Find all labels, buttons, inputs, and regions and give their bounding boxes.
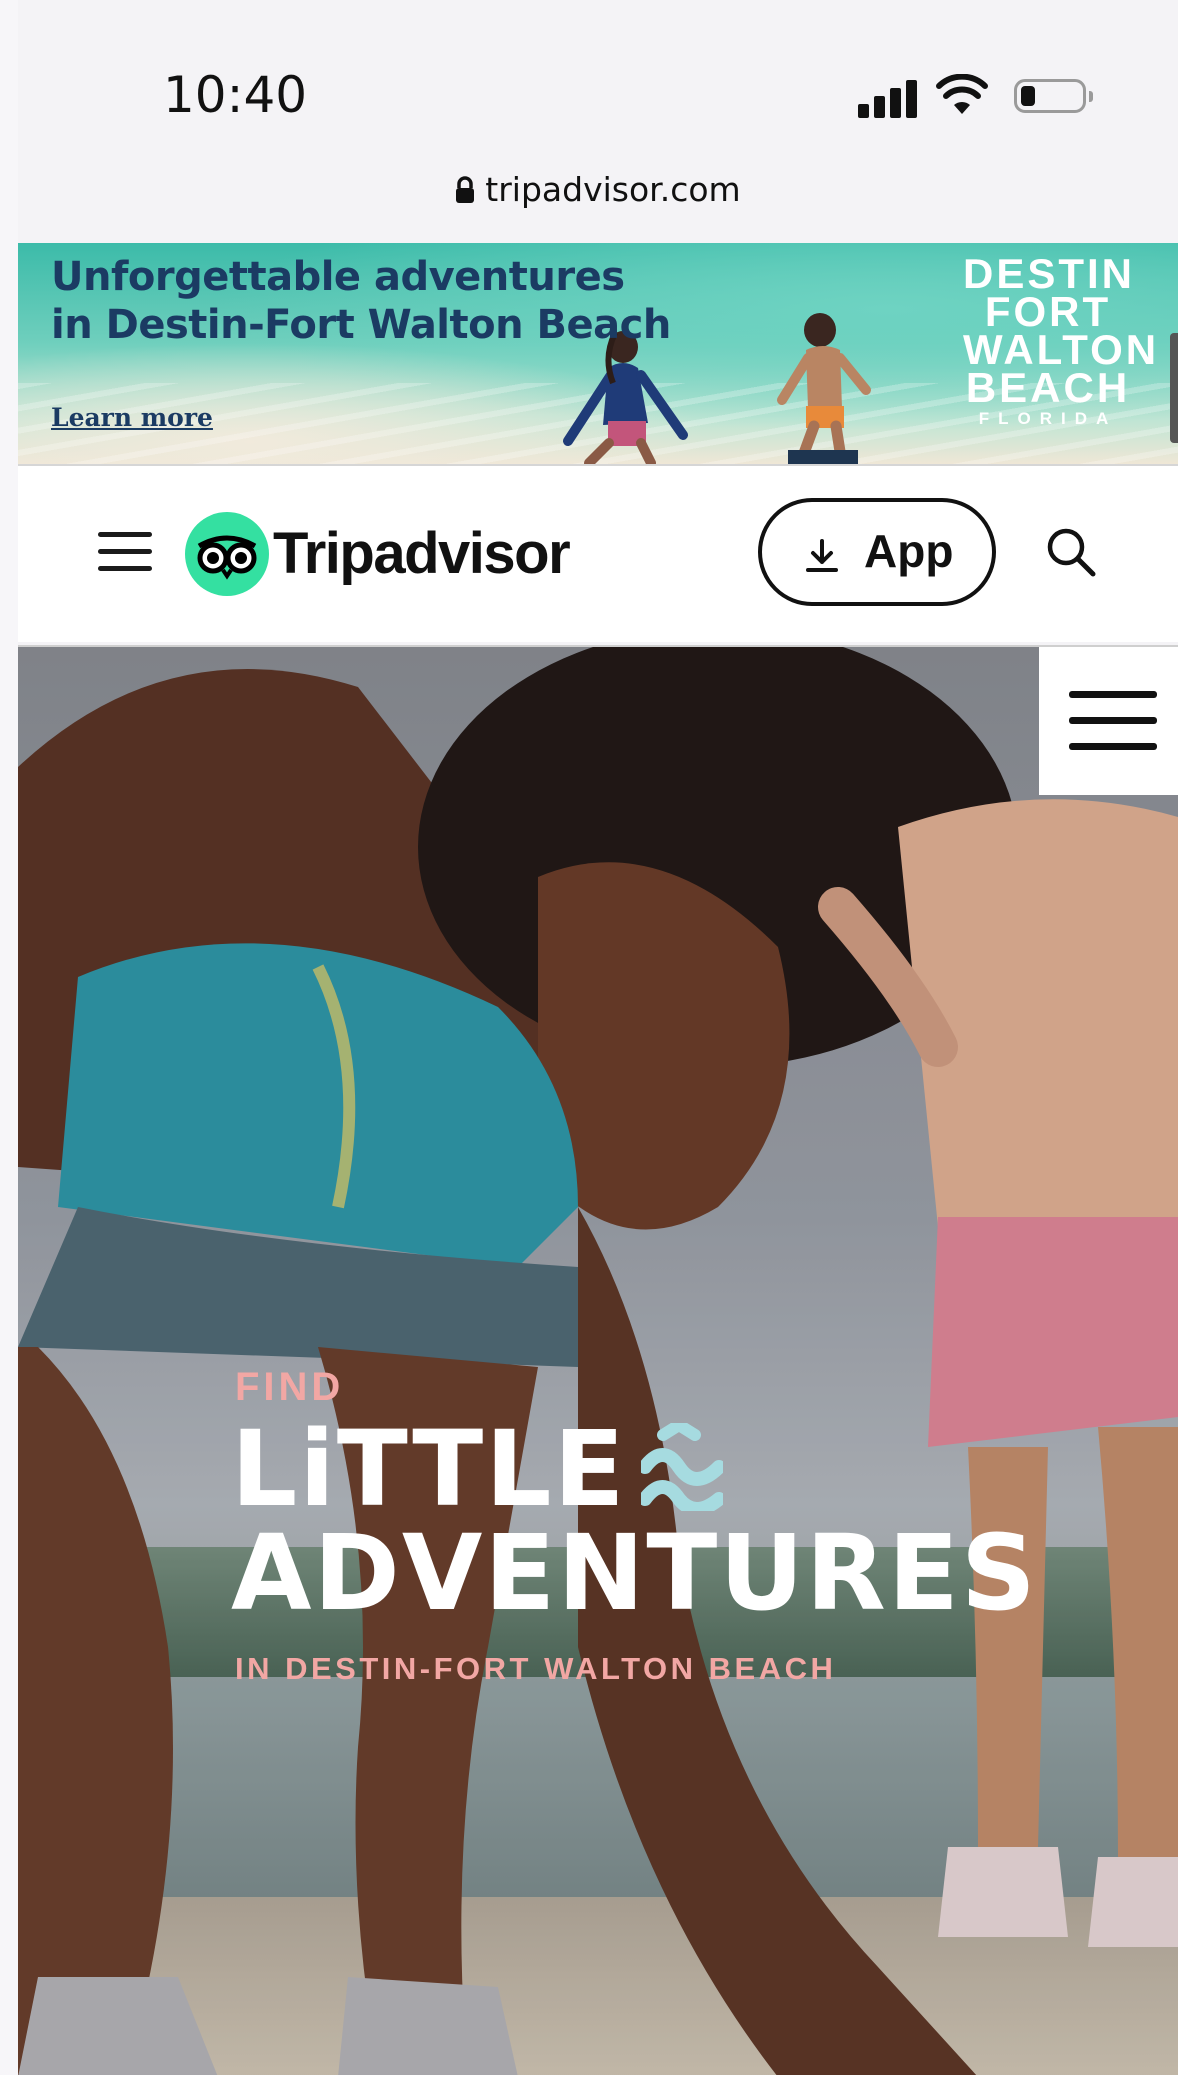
hero-overline: FIND	[235, 1365, 345, 1409]
hero-overlay	[18, 647, 1178, 2075]
download-icon	[806, 539, 838, 572]
hamburger-menu-icon[interactable]	[98, 532, 154, 572]
ad-banner[interactable]: Unforgettable adventures in Destin-Fort …	[18, 243, 1178, 466]
browser-frame: 10:40 tripadvisor.com Unforgettable adve…	[18, 0, 1178, 2075]
owl-logo-icon	[185, 512, 269, 596]
logo-subline: FLORIDA	[978, 409, 1118, 428]
hero-menu-icon[interactable]	[1039, 647, 1178, 795]
hero-banner: FIND LiTTLE ADVENTURES IN DESTIN-FORT WA…	[18, 645, 1178, 2075]
ad-scroll-indicator	[1170, 333, 1178, 443]
destin-fwb-logo: DESTIN FORT WALTON BEACH FLORIDA	[963, 253, 1156, 431]
battery-icon	[1014, 79, 1093, 113]
ad-headline: Unforgettable adventures in Destin-Fort …	[51, 253, 671, 349]
hero-title: LiTTLE ADVENTURES	[231, 1417, 1038, 1625]
site-header: Tripadvisor App	[18, 466, 1178, 642]
wave-icon	[640, 1423, 723, 1511]
hero-subline: IN DESTIN-FORT WALTON BEACH	[235, 1651, 837, 1686]
lock-icon	[456, 176, 475, 203]
cellular-signal-icon	[858, 78, 920, 118]
status-time: 10:40	[163, 66, 308, 124]
wifi-icon	[936, 74, 988, 114]
hero-title-line2: ADVENTURES	[231, 1512, 1038, 1634]
search-icon[interactable]	[1045, 526, 1097, 578]
learn-more-link[interactable]: Learn more	[51, 403, 213, 432]
ad-headline-line2: in Destin-Fort Walton Beach	[51, 302, 671, 348]
logo-line: BEACH	[965, 364, 1131, 411]
child-standing-image	[777, 313, 871, 464]
download-app-button[interactable]: App	[758, 498, 996, 606]
url-text: tripadvisor.com	[485, 170, 741, 209]
address-bar[interactable]: tripadvisor.com	[18, 170, 1178, 209]
app-button-label: App	[864, 525, 954, 577]
ad-headline-line1: Unforgettable adventures	[51, 254, 625, 300]
brand-name: Tripadvisor	[273, 521, 571, 586]
status-bar: 10:40	[18, 0, 1178, 150]
